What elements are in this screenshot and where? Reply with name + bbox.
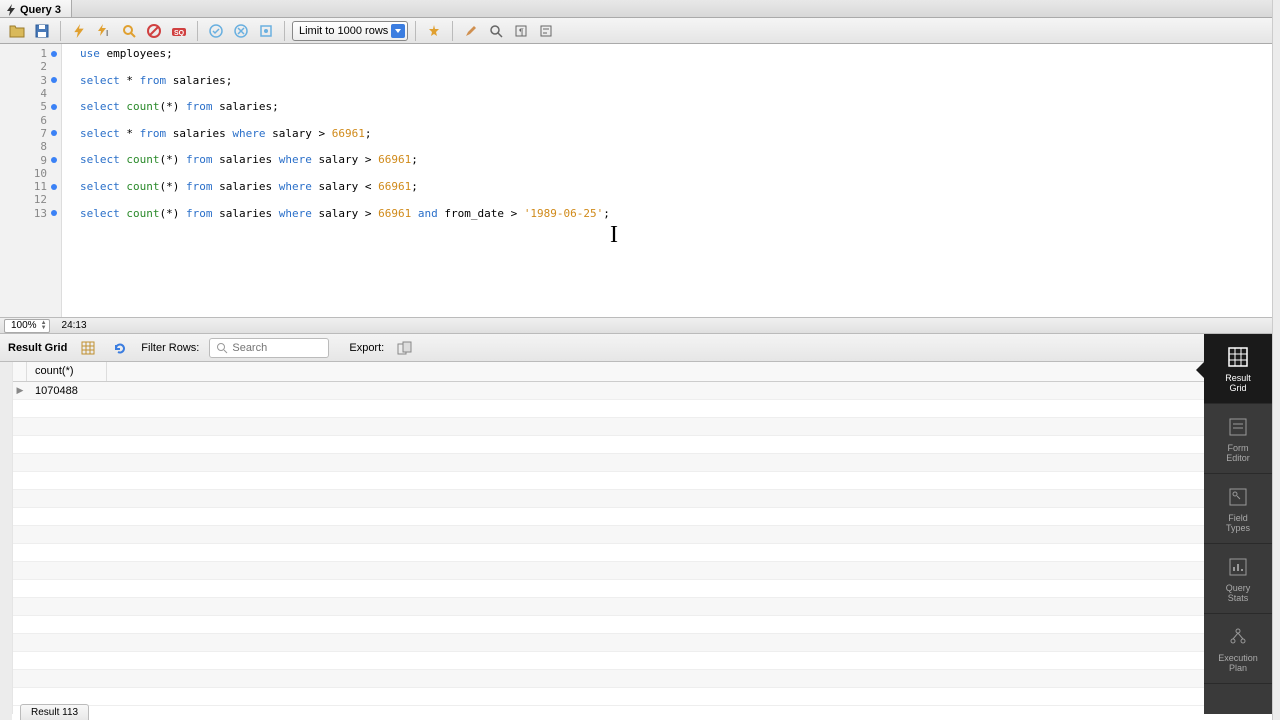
search-input[interactable] — [232, 342, 312, 354]
filter-rows-label: Filter Rows: — [141, 342, 199, 354]
result-grid-label: Result Grid — [8, 342, 67, 354]
line-gutter: 12345678910111213 — [0, 44, 62, 317]
grid-view-icon[interactable] — [77, 337, 99, 359]
svg-text:I: I — [106, 29, 108, 38]
stop-button[interactable] — [143, 20, 165, 42]
zoom-level[interactable]: 100% ▲▼ — [4, 319, 50, 333]
table-row-empty — [13, 670, 1204, 688]
result-grid[interactable]: count(*) ▶1070488 — [12, 362, 1204, 714]
table-row[interactable]: ▶1070488 — [13, 382, 1204, 400]
table-row-empty — [13, 598, 1204, 616]
autocommit-button[interactable] — [255, 20, 277, 42]
cursor-position: 24:13 — [62, 320, 87, 331]
side-form-editor[interactable]: Form Editor — [1204, 404, 1272, 474]
commit-button[interactable] — [205, 20, 227, 42]
table-row-empty — [13, 418, 1204, 436]
export-label: Export: — [349, 342, 384, 354]
beautify-button[interactable] — [423, 20, 445, 42]
find-button[interactable] — [485, 20, 507, 42]
wrap-button[interactable] — [535, 20, 557, 42]
result-tab[interactable]: Result 113 — [20, 704, 89, 720]
editor-toolbar: I SQ Limit to 1000 rows ¶ — [0, 18, 1280, 44]
plan-icon — [1226, 625, 1250, 649]
svg-text:¶: ¶ — [519, 27, 524, 37]
limit-rows-select[interactable]: Limit to 1000 rows — [292, 21, 408, 41]
rollback-button[interactable] — [230, 20, 252, 42]
sql-editor[interactable]: 12345678910111213 use employees; select … — [0, 44, 1280, 318]
table-row-empty — [13, 562, 1204, 580]
refresh-icon[interactable] — [109, 337, 131, 359]
table-row-empty — [13, 490, 1204, 508]
table-row-empty — [13, 526, 1204, 544]
grid-icon — [1226, 345, 1250, 369]
result-toolbar: Result Grid Filter Rows: Export: — [0, 334, 1280, 362]
side-query-stats[interactable]: Query Stats — [1204, 544, 1272, 614]
execute-button[interactable] — [68, 20, 90, 42]
open-file-button[interactable] — [6, 20, 28, 42]
save-button[interactable] — [31, 20, 53, 42]
table-row-empty — [13, 634, 1204, 652]
code-area[interactable]: use employees; select * from salaries; s… — [62, 44, 1280, 317]
brush-button[interactable] — [460, 20, 482, 42]
filter-search-box[interactable] — [209, 338, 329, 358]
field-types-icon — [1226, 485, 1250, 509]
grid-left-gutter — [0, 362, 12, 720]
lightning-icon — [6, 4, 16, 16]
table-row-empty — [13, 436, 1204, 454]
svg-text:SQ: SQ — [174, 30, 185, 37]
grid-header: count(*) — [13, 362, 1204, 382]
table-row-empty — [13, 616, 1204, 634]
table-row-empty — [13, 688, 1204, 706]
table-row-empty — [13, 472, 1204, 490]
execute-current-button[interactable]: I — [93, 20, 115, 42]
query-tab[interactable]: Query 3 — [0, 0, 72, 17]
table-row-empty — [13, 652, 1204, 670]
side-field-types[interactable]: Field Types — [1204, 474, 1272, 544]
table-row-empty — [13, 400, 1204, 418]
invisible-chars-button[interactable]: ¶ — [510, 20, 532, 42]
search-icon — [216, 342, 228, 354]
stats-icon — [1226, 555, 1250, 579]
result-side-panel: Result Grid Form Editor Field Types Quer… — [1204, 334, 1272, 714]
query-tab-bar: Query 3 — [0, 0, 1280, 18]
export-button[interactable] — [394, 337, 416, 359]
table-row-empty — [13, 454, 1204, 472]
table-row-empty — [13, 580, 1204, 598]
form-icon — [1226, 415, 1250, 439]
editor-status-bar: 100% ▲▼ 24:13 — [0, 318, 1280, 334]
column-header[interactable]: count(*) — [27, 362, 107, 381]
commit-off-button[interactable]: SQ — [168, 20, 190, 42]
tab-title: Query 3 — [20, 4, 61, 16]
explain-button[interactable] — [118, 20, 140, 42]
side-result-grid[interactable]: Result Grid — [1204, 334, 1272, 404]
limit-select-wrap[interactable]: Limit to 1000 rows — [292, 21, 408, 41]
table-row-empty — [13, 508, 1204, 526]
side-execution-plan[interactable]: Execution Plan — [1204, 614, 1272, 684]
table-row-empty — [13, 544, 1204, 562]
